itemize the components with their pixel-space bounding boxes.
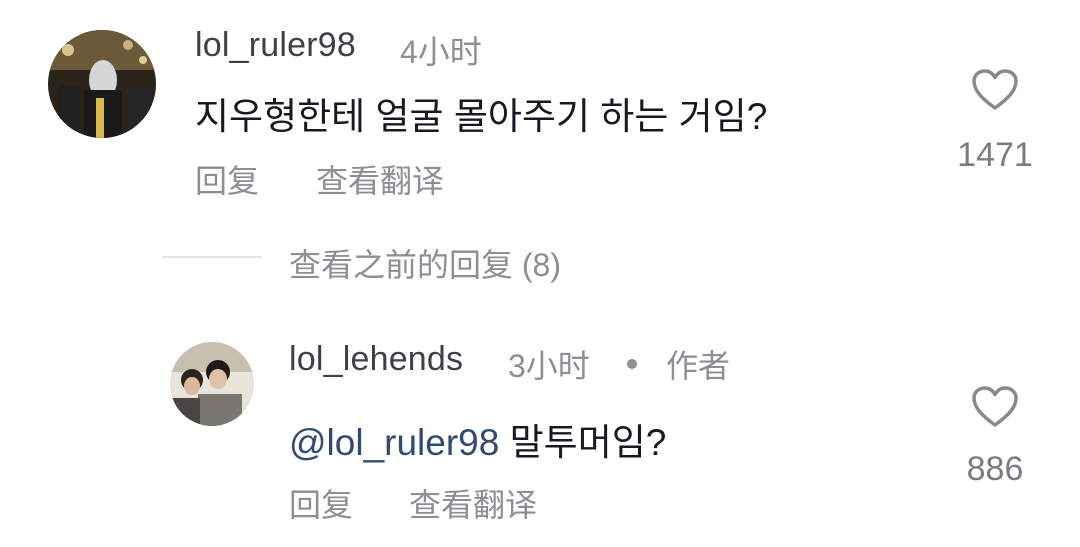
comment-username[interactable]: lol_ruler98	[195, 26, 356, 65]
reply-button[interactable]: 回复	[195, 156, 259, 202]
reply-text: @lol_ruler98 말투머임?	[289, 412, 666, 466]
translate-button[interactable]: 查看翻译	[409, 480, 537, 526]
reply-button[interactable]: 回复	[289, 480, 353, 526]
heart-icon	[972, 69, 1018, 110]
like-button[interactable]	[950, 385, 1040, 434]
comment-text: 지우형한테 얼굴 몰아주기 하는 거임?	[195, 96, 768, 137]
divider	[162, 256, 262, 258]
user-avatar-photo-icon	[48, 30, 156, 138]
avatar[interactable]	[48, 30, 156, 138]
mention-link[interactable]: @lol_ruler98	[289, 422, 499, 463]
author-badge: 作者	[666, 348, 731, 384]
reply-body: 말투머임?	[499, 422, 667, 463]
like-button[interactable]	[950, 68, 1040, 117]
heart-icon	[972, 386, 1018, 427]
user-avatar-photo-icon	[170, 342, 254, 426]
separator-dot	[627, 359, 637, 369]
comment-time: 4小时	[400, 34, 482, 70]
view-previous-replies-button[interactable]: 查看之前的回复 (8)	[289, 240, 561, 286]
translate-button[interactable]: 查看翻译	[316, 156, 444, 202]
reply-username[interactable]: lol_lehends	[289, 340, 463, 379]
avatar[interactable]	[170, 342, 254, 426]
reply-time: 3小时	[508, 348, 590, 384]
like-count: 1471	[957, 136, 1033, 174]
like-count: 886	[966, 450, 1024, 488]
